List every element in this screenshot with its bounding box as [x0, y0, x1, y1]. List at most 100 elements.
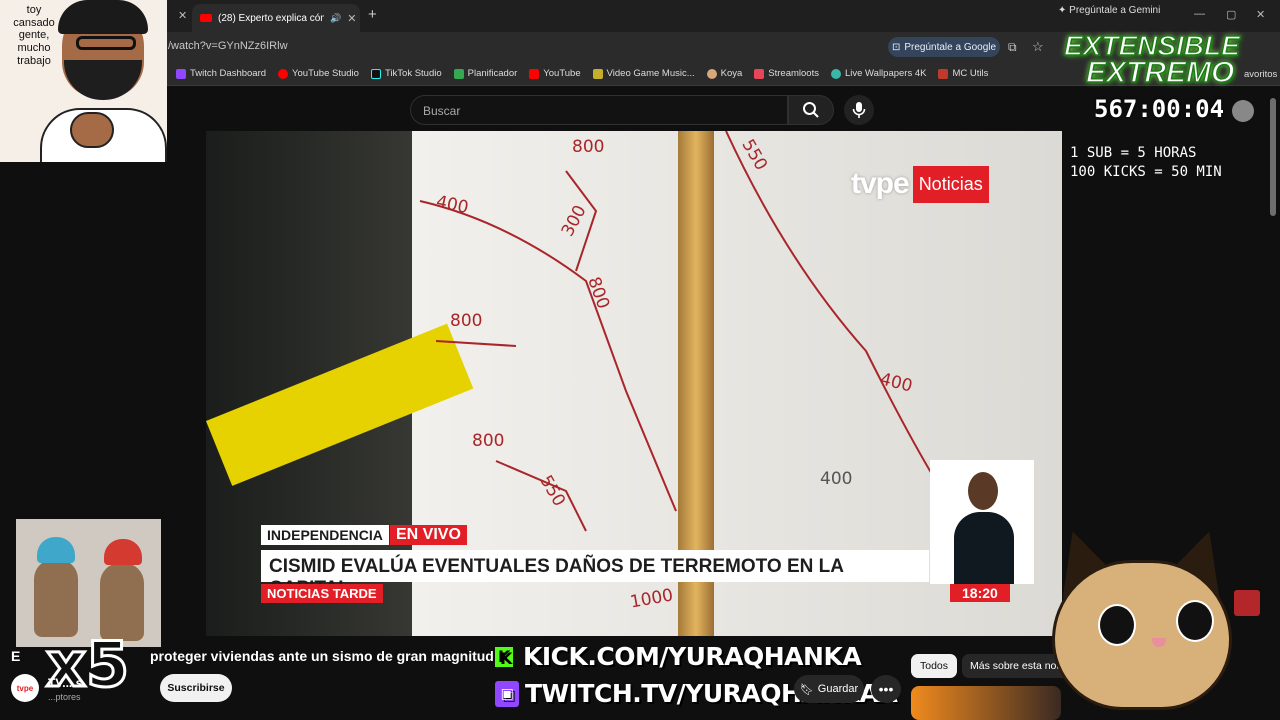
search-icon	[803, 102, 819, 118]
kick-url-overlay: K KICK.COM/YURAQHANKA	[495, 642, 862, 671]
tvpe-logo-text: tvpe	[851, 167, 910, 200]
notification-badge-icon	[1234, 590, 1260, 616]
avatar-glasses	[76, 36, 136, 50]
bookmark-twitch-dashboard[interactable]: Twitch Dashboard	[176, 68, 266, 79]
bookmark-vgm[interactable]: Video Game Music...	[592, 68, 695, 79]
koya-icon	[706, 68, 717, 79]
video-player[interactable]: 800 400 300 550 800 800 400 800 550 400 …	[206, 131, 1062, 636]
mc-utils-icon	[938, 68, 949, 79]
save-label: Guardar	[817, 683, 859, 695]
chip-all[interactable]: Todos	[911, 654, 957, 678]
gif-hat-blue	[37, 537, 75, 563]
bookmark-icon: 🔖︎	[799, 683, 814, 696]
program-tag: NOTICIAS TARDE	[261, 584, 383, 603]
bookmark-koya[interactable]: Koya	[706, 68, 743, 79]
avatar-beard	[64, 60, 142, 100]
bookmark-label: Live Wallpapers 4K	[844, 68, 927, 79]
bookmark-youtube-studio[interactable]: YouTube Studio	[278, 68, 359, 79]
video-title: proteger viviendas ante un sismo de gran…	[150, 648, 494, 664]
bookmark-label: YouTube Studio	[292, 68, 359, 79]
bookmark-label: YouTube	[543, 68, 581, 79]
music-icon	[592, 68, 603, 79]
bookmark-label: MC Utils	[952, 68, 989, 79]
cat-eye-left	[1098, 604, 1136, 646]
avatar-caption: toy cansado gente, mucho trabajo	[13, 4, 55, 67]
avatar-hand	[70, 112, 114, 148]
tvpe-logo: tvpe Noticias	[851, 163, 1009, 205]
more-dots-icon: •••	[878, 681, 894, 697]
subathon-rules: 1 SUB = 5 HORAS 100 KICKS = 50 MIN	[1070, 144, 1222, 182]
tiktok-icon	[370, 68, 381, 79]
subathon-timer: 567:00:04	[1094, 95, 1225, 123]
bookmark-youtube[interactable]: YouTube	[529, 68, 581, 79]
broadcast-clock: 18:20	[950, 584, 1010, 602]
gif-hat-red	[104, 539, 142, 565]
bookmark-label: Planificador	[467, 68, 518, 79]
minimize-icon[interactable]: —	[1194, 8, 1205, 20]
favorites-folder[interactable]: avoritos	[1244, 69, 1277, 80]
extensible-logo-line2: EXTREMO	[1085, 55, 1235, 90]
bookmark-label: Streamloots	[768, 68, 819, 79]
ask-google-button[interactable]: ⊡ Pregúntale a Google	[888, 37, 1000, 57]
bookmark-streamloots[interactable]: Streamloots	[754, 68, 819, 79]
tab-title: (28) Experto explica cómo p	[218, 12, 324, 24]
voice-search-button[interactable]	[844, 95, 874, 125]
close-tab-icon[interactable]: ✕	[347, 12, 356, 25]
bookmark-label: Twitch Dashboard	[190, 68, 267, 79]
bookmark-star-icon[interactable]: ☆	[1032, 39, 1044, 55]
bookmark-label: Video Game Music...	[606, 68, 695, 79]
channel-avatar[interactable]: tvpe	[11, 674, 39, 702]
bookmark-tiktok-studio[interactable]: TikTok Studio	[370, 68, 442, 79]
tvpe-noticias-badge: Noticias	[912, 165, 989, 203]
gif-cat-left	[34, 559, 78, 637]
video-title-prefix: E	[11, 648, 21, 664]
streamer-avatar-overlay: toy cansado gente, mucho trabajo	[0, 0, 167, 162]
bookmark-live-wallpapers[interactable]: Live Wallpapers 4K	[830, 68, 927, 79]
avatar-hair	[58, 0, 148, 34]
twitch-icon	[176, 68, 186, 79]
twitch-logo-icon: ▣	[495, 680, 519, 707]
maximize-icon[interactable]: ▢	[1226, 8, 1236, 21]
planner-icon	[453, 68, 464, 79]
tab-active[interactable]: (28) Experto explica cómo p 🔊 ✕	[192, 4, 360, 32]
rule-kicks: 100 KICKS = 50 MIN	[1070, 164, 1222, 180]
location-tag: INDEPENDENCIA	[261, 525, 389, 545]
youtube-icon	[529, 68, 540, 79]
news-headline: CISMID EVALÚA EVENTUALES DAÑOS DE TERREM…	[261, 550, 929, 599]
interpreter-body	[954, 512, 1014, 584]
sign-language-interpreter	[930, 460, 1034, 584]
kick-url-text: KICK.COM/YURAQHANKA	[523, 642, 862, 671]
cat-eye-right	[1176, 600, 1214, 642]
new-tab-icon[interactable]: +	[368, 6, 377, 23]
rule-subs: 1 SUB = 5 HORAS	[1070, 145, 1197, 161]
subscriber-count: ...ptores	[48, 692, 81, 702]
page-scrollbar[interactable]	[1270, 98, 1276, 216]
bookmark-mc-utils[interactable]: MC Utils	[938, 68, 988, 79]
cast-icon[interactable]: ⧉	[1008, 40, 1017, 55]
streamloots-icon	[754, 68, 765, 79]
live-tag: EN VIVO	[390, 525, 467, 545]
bookmark-label: Koya	[720, 68, 743, 79]
recommended-video-thumbnail[interactable]	[911, 686, 1061, 720]
gemini-label: Pregúntale a Gemini	[1069, 5, 1161, 16]
interpreter-head	[968, 472, 998, 510]
gemini-button[interactable]: ✦ Pregúntale a Gemini	[1058, 5, 1160, 16]
multiplier-badge: x5	[44, 627, 130, 703]
window-close-icon[interactable]: ✕	[1256, 8, 1265, 21]
ask-google-label: Pregúntale a Google	[904, 41, 997, 53]
search-button[interactable]	[788, 95, 834, 125]
bookmark-planificador[interactable]: Planificador	[453, 68, 518, 79]
youtube-favicon-icon	[200, 14, 212, 22]
url-field[interactable]: /watch?v=GYnNZz6IRlw	[168, 40, 288, 52]
close-tab-icon[interactable]: ✕	[178, 9, 187, 22]
youtube-studio-icon	[278, 68, 289, 79]
save-button[interactable]: 🔖︎ Guardar	[794, 675, 864, 703]
subscribe-button[interactable]: Suscribirse	[160, 674, 232, 702]
speaker-icon[interactable]: 🔊	[330, 13, 341, 24]
profile-avatar-icon[interactable]	[1232, 100, 1254, 122]
bookmark-label: TikTok Studio	[384, 68, 442, 79]
search-input[interactable]: Buscar	[410, 95, 788, 125]
wallpaper-icon	[830, 68, 841, 79]
more-actions-button[interactable]: •••	[871, 675, 901, 703]
channel-name[interactable]: TV... s	[48, 676, 82, 690]
